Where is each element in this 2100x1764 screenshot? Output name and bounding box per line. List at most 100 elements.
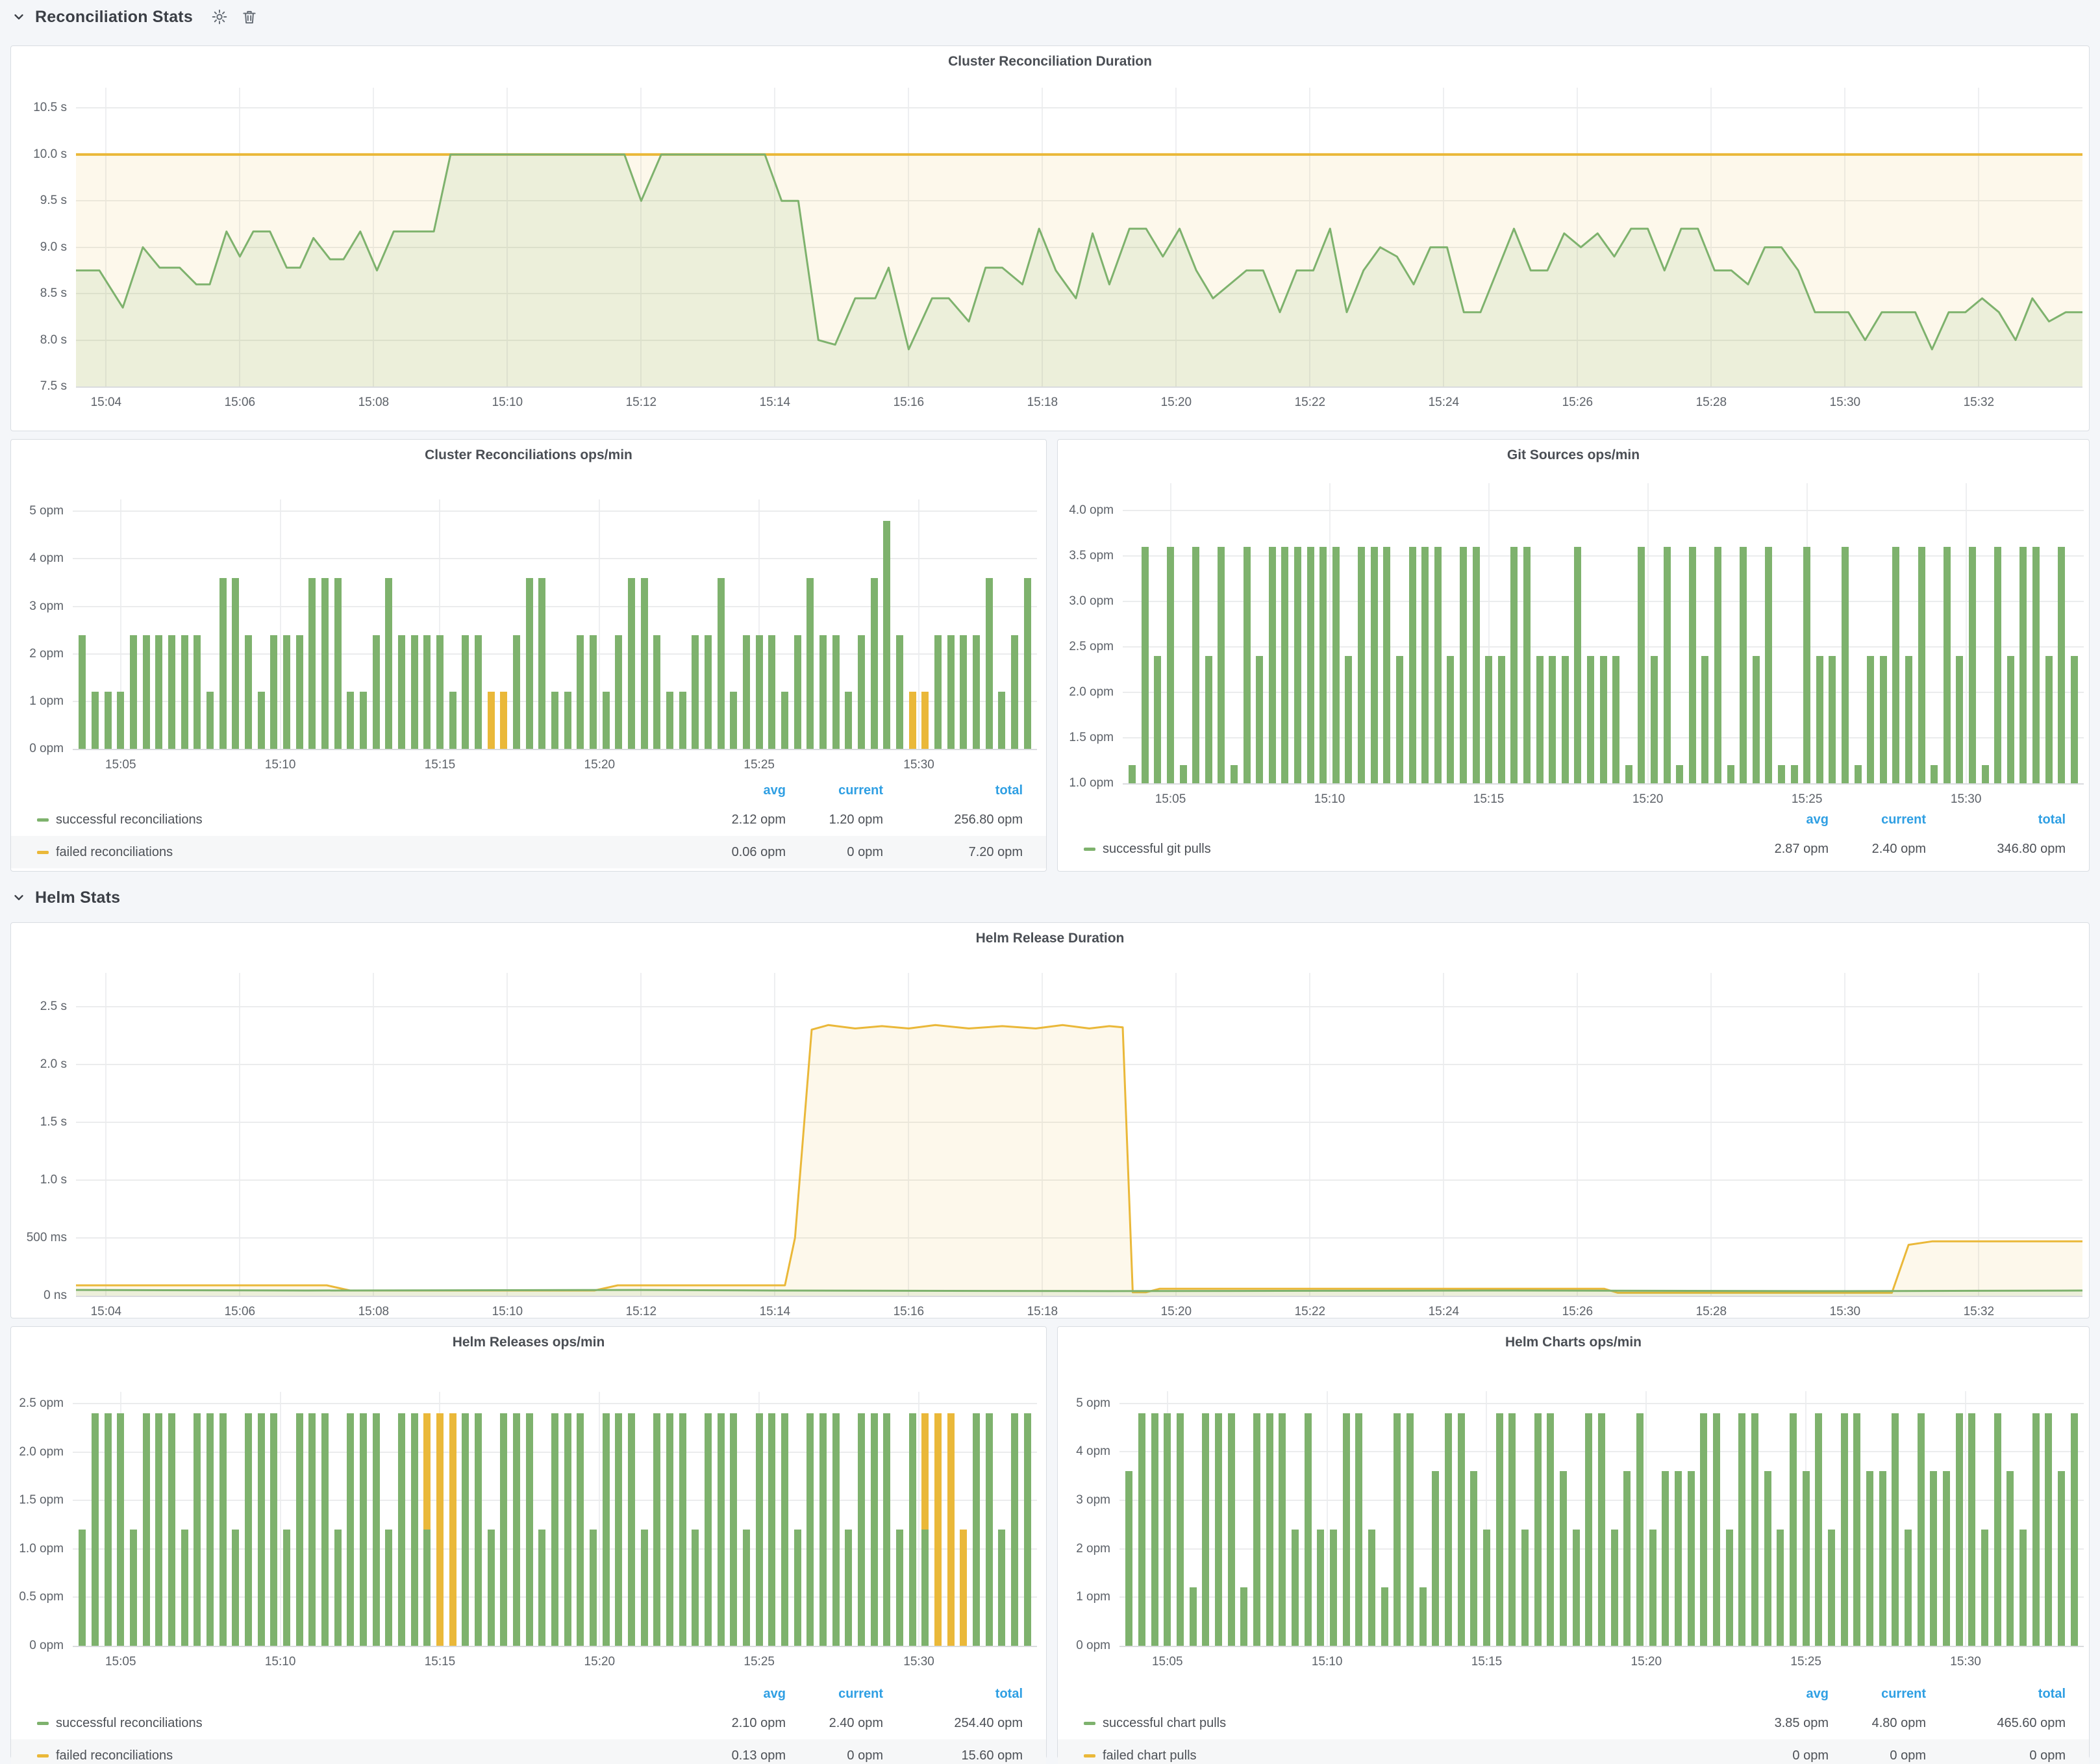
legend-series-name[interactable]: failed chart pulls: [1103, 1748, 1197, 1763]
x-tick-label: 15:05: [1152, 1655, 1183, 1669]
section-header-reconciliation-stats[interactable]: Reconciliation Stats: [12, 4, 258, 30]
bar-successful: [1956, 656, 1963, 783]
bar-successful: [1358, 547, 1365, 783]
section-header-helm-stats[interactable]: Helm Stats: [12, 885, 120, 911]
bar-successful: [1944, 547, 1951, 783]
legend-series-name[interactable]: failed reconciliations: [56, 845, 173, 860]
bar-successful: [270, 635, 277, 750]
gridline: [918, 1392, 919, 1646]
y-tick-label: 9.5 s: [11, 194, 67, 208]
legend-series-name[interactable]: successful chart pulls: [1103, 1716, 1226, 1731]
bar-successful: [1675, 1471, 1682, 1646]
trash-icon[interactable]: [241, 8, 258, 25]
bar-successful: [628, 1413, 635, 1646]
x-tick-label: 15:08: [358, 396, 390, 410]
chevron-down-icon[interactable]: [12, 10, 26, 24]
legend-sort-current[interactable]: current: [1829, 813, 1926, 827]
bar-successful: [308, 1413, 316, 1646]
legend-sort-total[interactable]: total: [883, 783, 1023, 798]
bar-successful: [1394, 1413, 1401, 1646]
bar-successful: [806, 1413, 814, 1646]
bar-successful: [92, 692, 99, 749]
bar-successful: [1892, 547, 1899, 783]
legend-series-name[interactable]: successful reconciliations: [56, 813, 203, 827]
legend-value-avg: 2.12 opm: [688, 813, 786, 827]
bar-successful: [1740, 547, 1747, 783]
legend-sort-total[interactable]: total: [1926, 1687, 2066, 1702]
x-tick-label: 15:04: [91, 396, 122, 410]
gridline: [73, 1403, 1037, 1404]
bar-successful: [1319, 547, 1327, 783]
legend-sort-avg[interactable]: avg: [688, 1687, 786, 1702]
x-tick-label: 15:20: [584, 1655, 616, 1669]
x-tick-label: 15:12: [626, 1305, 657, 1319]
bar-successful: [1011, 1413, 1018, 1646]
legend-value-avg: 0.06 opm: [688, 845, 786, 860]
bar-successful: [666, 692, 673, 749]
bar-successful: [117, 1413, 124, 1646]
x-tick-label: 15:14: [760, 1305, 791, 1319]
bar-successful: [1994, 1413, 2001, 1646]
bar-successful: [79, 1530, 86, 1646]
bar-successful: [858, 1413, 865, 1646]
legend-series-name[interactable]: successful reconciliations: [56, 1716, 203, 1731]
chevron-down-icon[interactable]: [12, 890, 26, 905]
bar-successful: [385, 578, 392, 749]
bar-successful: [845, 1530, 852, 1646]
bar-successful: [1473, 547, 1480, 783]
bar-successful: [1228, 1413, 1235, 1646]
legend-row: successful reconciliations2.10 opm2.40 o…: [11, 1707, 1046, 1739]
bar-successful: [411, 635, 418, 750]
section-title: Reconciliation Stats: [35, 8, 193, 27]
gear-icon[interactable]: [211, 8, 228, 25]
x-tick-label: 15:22: [1295, 396, 1326, 410]
bar-successful: [1700, 1413, 1707, 1646]
bar-successful: [347, 1413, 354, 1646]
bar-successful: [666, 1413, 673, 1646]
bar-successful: [1714, 547, 1721, 783]
legend-sort-total[interactable]: total: [1926, 813, 2066, 827]
y-tick-label: 5 opm: [1058, 1396, 1110, 1411]
bar-successful: [1931, 765, 1938, 783]
legend-sort-avg[interactable]: avg: [1731, 1687, 1829, 1702]
x-tick-label: 15:10: [492, 1305, 523, 1319]
bar-successful: [1371, 547, 1378, 783]
y-tick-label: 3.5 opm: [1058, 549, 1114, 563]
y-tick-label: 10.5 s: [11, 101, 67, 115]
x-tick-label: 15:20: [1632, 792, 1664, 807]
bar-successful: [1368, 1530, 1375, 1646]
x-tick-label: 15:10: [265, 1655, 296, 1669]
x-tick-label: 15:04: [91, 1305, 122, 1319]
legend-series-name[interactable]: failed reconciliations: [56, 1748, 173, 1763]
bar-successful: [92, 1413, 99, 1646]
legend-series-name[interactable]: successful git pulls: [1103, 842, 1211, 857]
x-tick-label: 15:20: [1631, 1655, 1662, 1669]
bar-successful: [130, 635, 137, 750]
bar-successful: [871, 578, 878, 749]
legend-value-current: 2.40 opm: [1829, 842, 1926, 857]
legend-sort-avg[interactable]: avg: [1731, 813, 1829, 827]
bar-successful: [1256, 656, 1263, 783]
bar-successful: [1269, 547, 1276, 783]
bar-successful: [858, 635, 865, 750]
bar-successful: [194, 635, 201, 750]
bar-successful: [245, 635, 252, 750]
legend-row: successful reconciliations2.12 opm1.20 o…: [11, 803, 1046, 836]
gridline: [599, 1392, 600, 1646]
gridline: [73, 606, 1037, 607]
legend-table: avgcurrenttotal successful reconciliation…: [11, 777, 1046, 868]
legend-row: successful chart pulls3.85 opm4.80 opm46…: [1058, 1707, 2089, 1739]
bar-failed: [934, 1413, 942, 1646]
bar-successful: [590, 635, 597, 750]
bar-successful: [270, 1413, 277, 1646]
legend-sort-current[interactable]: current: [786, 783, 883, 798]
bar-successful: [1829, 656, 1836, 783]
x-tick-label: 15:30: [1951, 792, 1982, 807]
legend-sort-avg[interactable]: avg: [688, 783, 786, 798]
legend-sort-current[interactable]: current: [1829, 1687, 1926, 1702]
bar-successful: [1129, 765, 1136, 783]
bar-successful: [1623, 1471, 1631, 1646]
legend-sort-total[interactable]: total: [883, 1687, 1023, 1702]
x-axis-line: [1123, 783, 2084, 785]
legend-sort-current[interactable]: current: [786, 1687, 883, 1702]
